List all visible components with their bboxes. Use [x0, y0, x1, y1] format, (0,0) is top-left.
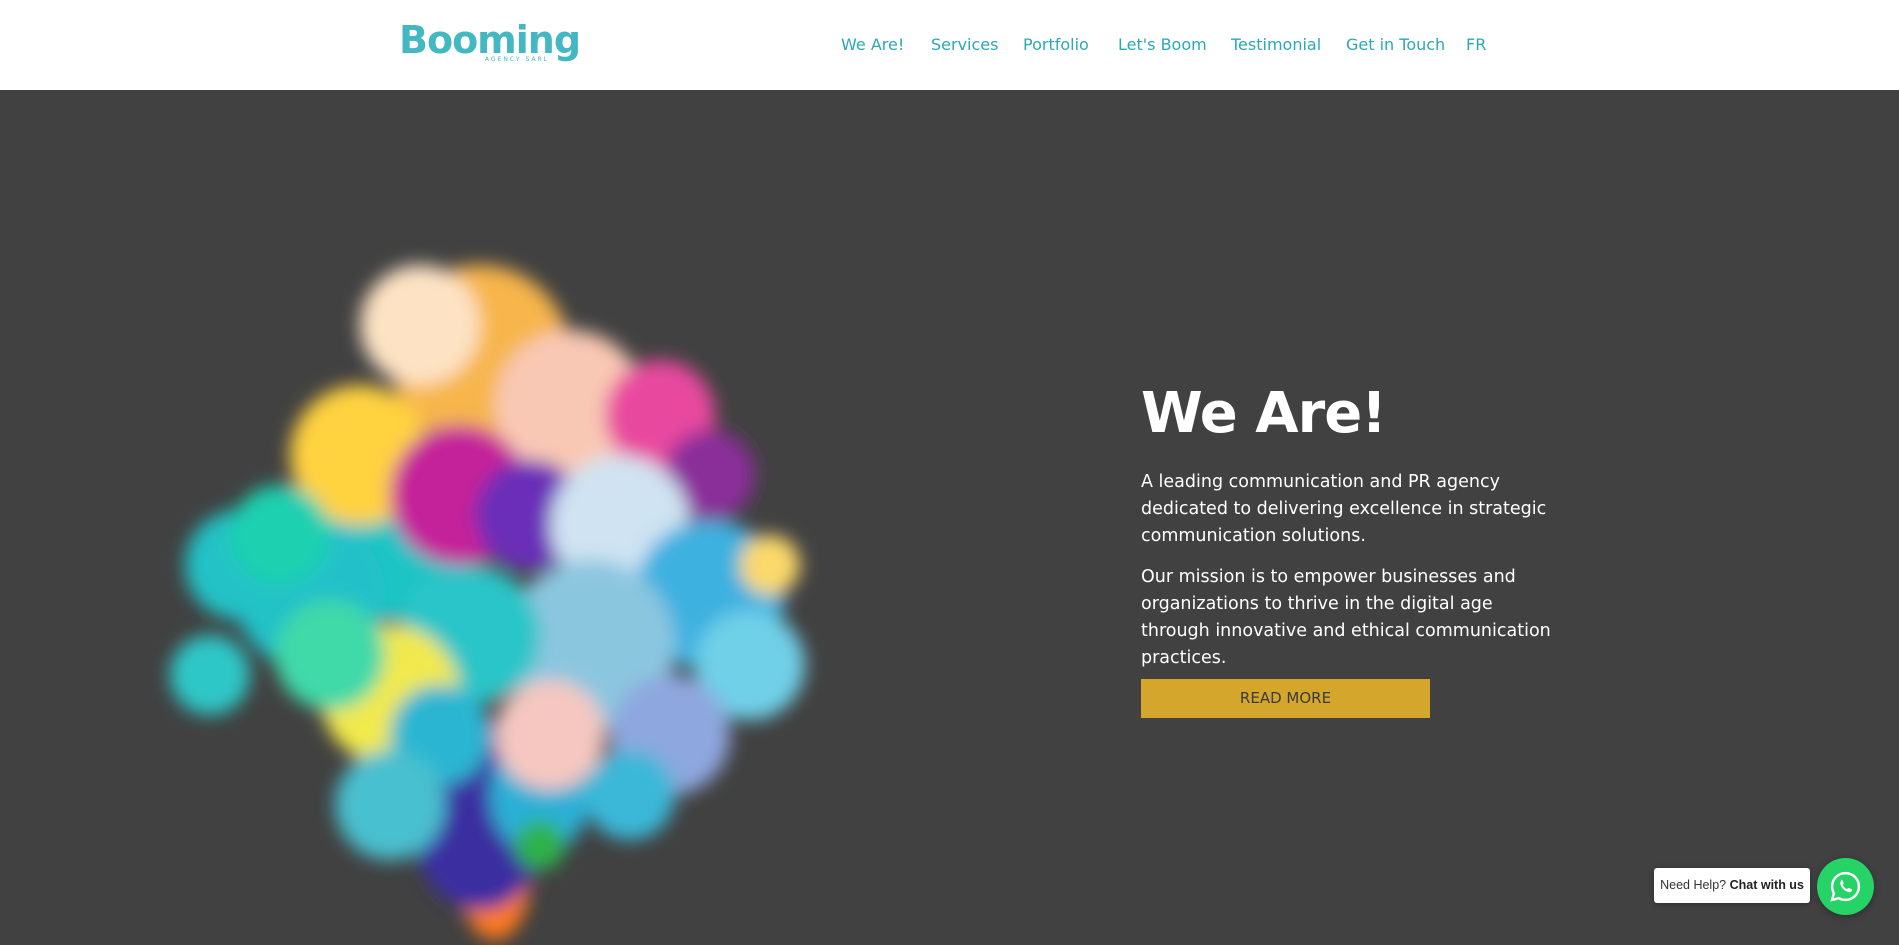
hero-title: We Are!	[1141, 381, 1387, 446]
nav-item-testimonial[interactable]: Testimonial	[1231, 30, 1321, 60]
nav-item-we-are[interactable]: We Are!	[841, 30, 904, 60]
nav-item-get-in-touch[interactable]: Get in Touch	[1346, 30, 1445, 60]
colorful-smoke-explosion-image	[170, 265, 805, 940]
logo-tagline: AGENCY SARL	[484, 56, 549, 63]
nav-item-fr[interactable]: FR	[1466, 30, 1486, 60]
help-strong: Chat with us	[1729, 878, 1804, 892]
hero-content: We Are! A leading communication and PR a…	[1141, 380, 1566, 686]
read-more-button[interactable]: READ MORE	[1141, 679, 1430, 718]
whatsapp-chat-button[interactable]	[1817, 858, 1874, 915]
top-header: Booming AGENCY SARL We Are! Services Por…	[0, 0, 1899, 90]
nav-item-lets-boom[interactable]: Let's Boom	[1118, 30, 1207, 60]
nav-item-portfolio[interactable]: Portfolio	[1023, 30, 1089, 60]
nav-item-services[interactable]: Services	[931, 30, 998, 60]
hero-paragraph-1: A leading communication and PR agency de…	[1141, 472, 1547, 547]
hero-paragraph-2: Our mission is to empower businesses and…	[1141, 567, 1551, 669]
chat-help-bubble[interactable]: Need Help? Chat with us	[1654, 868, 1810, 903]
help-prefix: Need Help?	[1660, 878, 1727, 892]
whatsapp-icon	[1830, 871, 1861, 902]
site-logo[interactable]: Booming AGENCY SARL	[399, 18, 581, 66]
